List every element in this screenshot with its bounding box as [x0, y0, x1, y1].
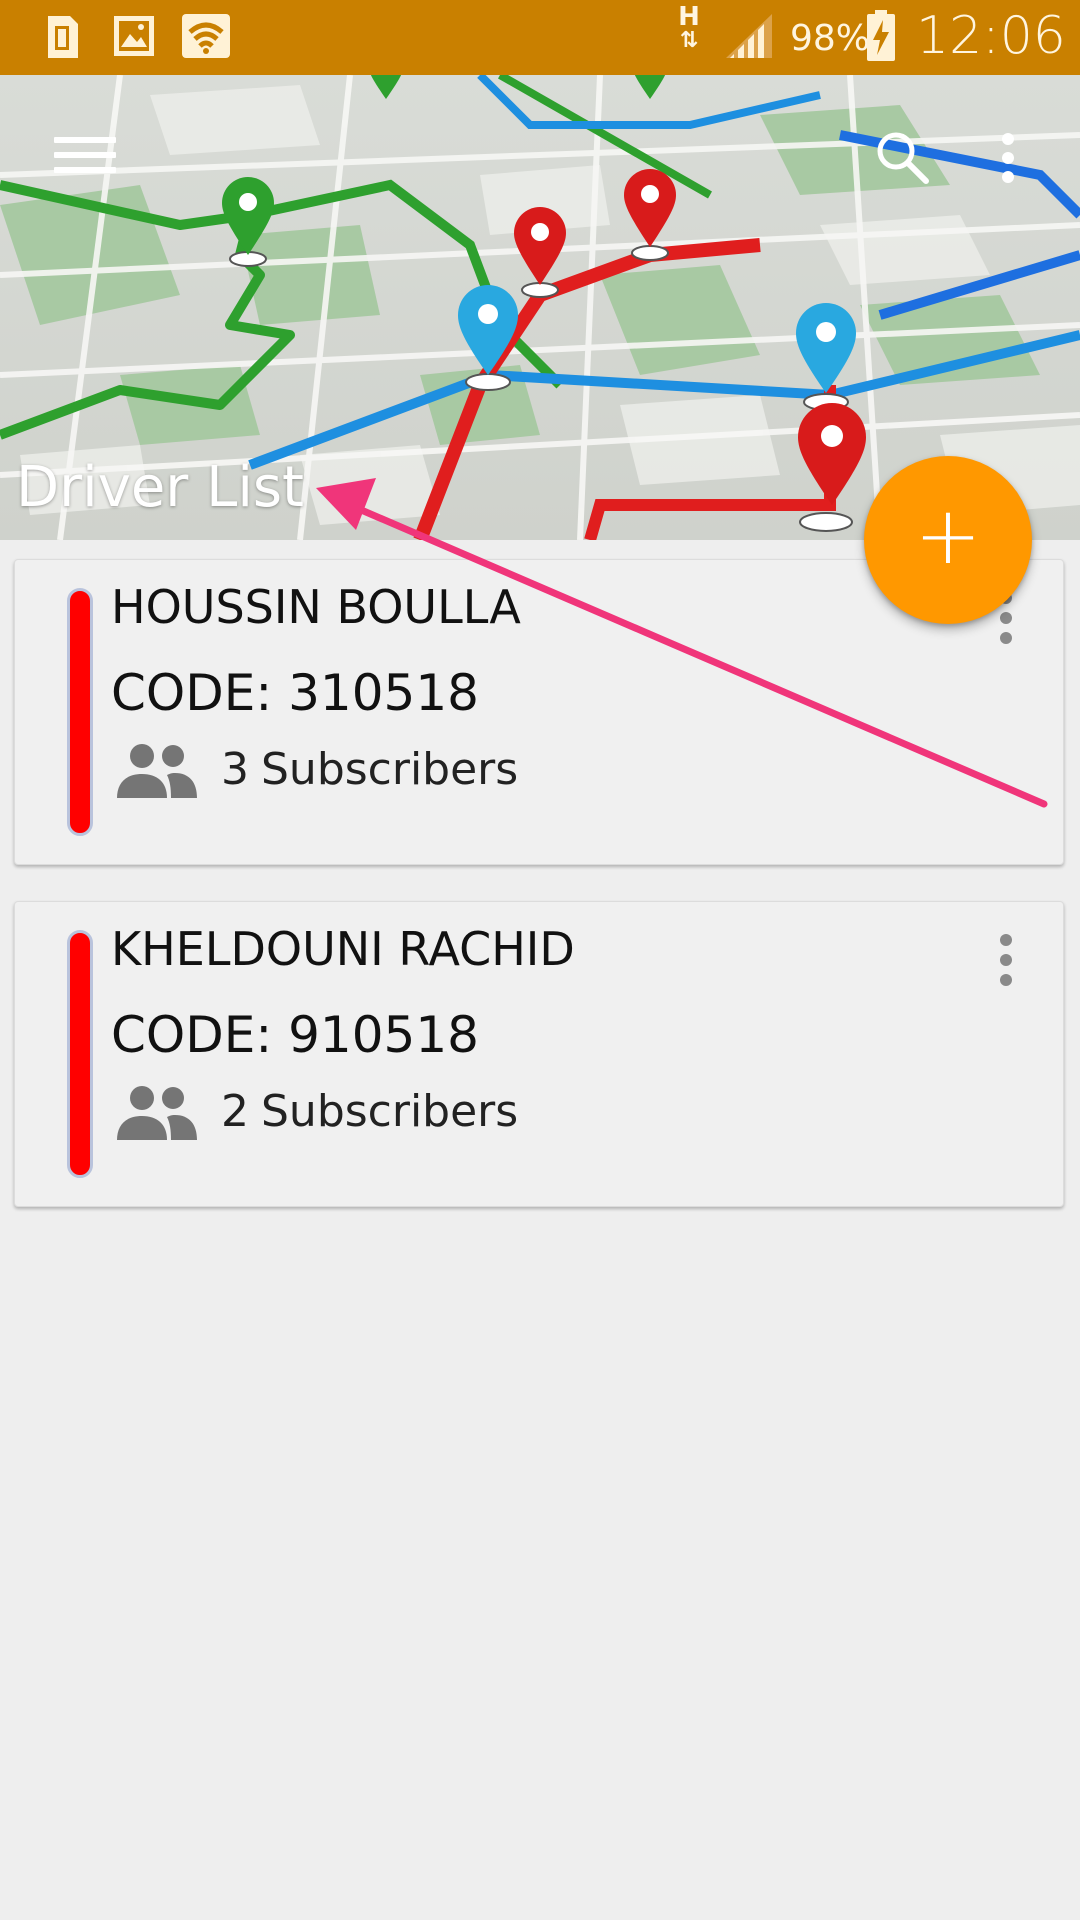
add-icon: +	[914, 489, 982, 582]
driver-status-bar	[67, 588, 93, 836]
driver-code: CODE: 310518	[111, 664, 479, 722]
network-type-indicator: H ⇅	[678, 2, 700, 53]
status-bar: H ⇅ 98% 12:06	[0, 0, 1080, 75]
card-menu-icon[interactable]	[991, 932, 1021, 992]
clock: 12:06	[916, 6, 1066, 66]
driver-card[interactable]: KHELDOUNI RACHID CODE: 910518 2 Subscribe…	[14, 901, 1064, 1207]
sim-card-icon	[48, 16, 78, 58]
add-driver-fab[interactable]: +	[864, 456, 1032, 624]
subscribers-count: 3	[221, 744, 249, 795]
subscribers-info: 3 Subscribers	[221, 744, 518, 795]
people-icon	[117, 744, 197, 798]
signal-icon	[726, 14, 772, 58]
battery-charging-icon	[867, 10, 895, 61]
wifi-icon	[182, 14, 230, 58]
driver-status-bar	[67, 930, 93, 1178]
subscribers-label: Subscribers	[261, 1086, 519, 1137]
subscribers-info: 2 Subscribers	[221, 1086, 518, 1137]
more-vertical-icon[interactable]	[990, 131, 1026, 191]
page-title: Driver List	[16, 455, 305, 520]
people-icon	[117, 1086, 197, 1140]
driver-name: KHELDOUNI RACHID	[111, 922, 575, 976]
subscribers-label: Subscribers	[261, 744, 519, 795]
search-icon[interactable]	[872, 127, 932, 187]
hamburger-menu-button[interactable]	[54, 137, 116, 187]
driver-name: HOUSSIN BOULLA	[111, 580, 521, 634]
battery-percent: 98%	[790, 18, 871, 59]
image-icon	[114, 16, 154, 56]
subscribers-count: 2	[221, 1086, 249, 1137]
driver-code: CODE: 910518	[111, 1006, 479, 1064]
